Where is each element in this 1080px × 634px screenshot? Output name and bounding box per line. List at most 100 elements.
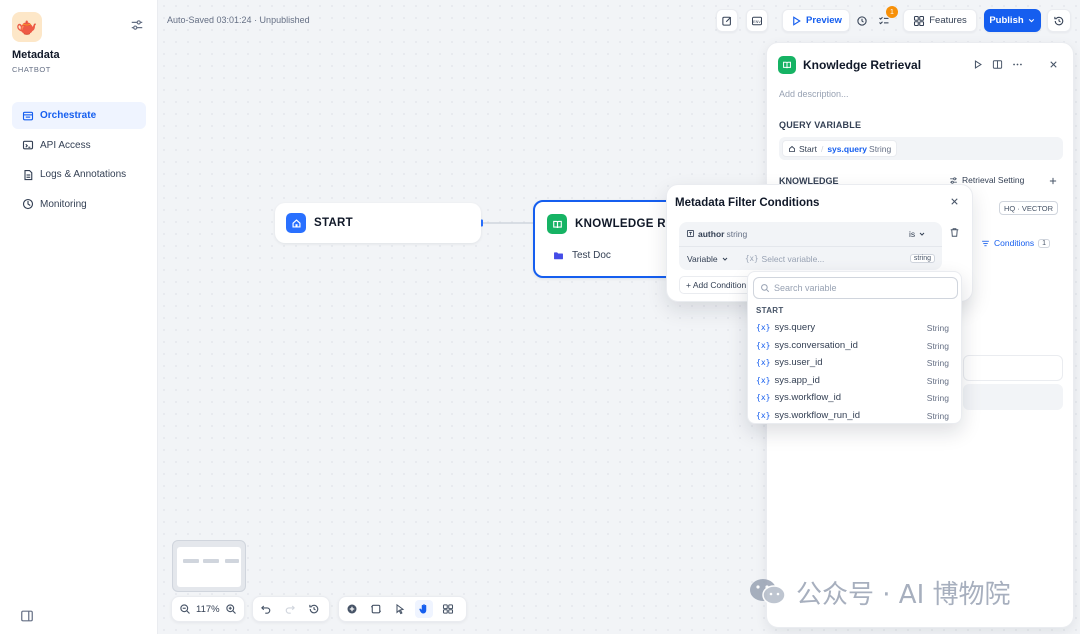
variable-option[interactable]: {x} sys.user_id String — [754, 354, 955, 371]
undo-button[interactable] — [257, 600, 275, 618]
variable-option[interactable]: {x} sys.app_id String — [754, 372, 955, 389]
more-icon[interactable] — [1012, 59, 1023, 70]
layout-icon — [442, 604, 454, 614]
variable-group-label: START — [756, 306, 784, 315]
zoom-in-button[interactable] — [222, 600, 240, 618]
checklist-badge: 1 — [886, 6, 898, 18]
preview-button[interactable]: Preview — [782, 9, 850, 32]
zoom-in-icon — [225, 604, 236, 614]
variable-option[interactable]: {x} sys.workflow_run_id String — [754, 407, 955, 424]
retrieval-setting-label: Retrieval Setting — [962, 175, 1025, 185]
value-type: string — [909, 254, 935, 263]
hand-icon — [419, 604, 427, 614]
condition-field[interactable]: author string — [683, 225, 750, 242]
start-node-title: START — [314, 217, 353, 229]
zoom-out-icon — [180, 604, 190, 614]
book-icon — [778, 56, 796, 74]
sidebar-item-label: Orchestrate — [40, 110, 97, 121]
variable-option[interactable]: {x} sys.workflow_id String — [754, 389, 955, 406]
conditions-count: 1 — [1038, 238, 1051, 248]
plus-icon[interactable] — [1048, 176, 1058, 186]
sidebar-item-label: API Access — [40, 139, 91, 151]
add-node-button[interactable] — [343, 600, 361, 618]
publish-button[interactable]: Publish — [984, 9, 1041, 32]
change-history-button[interactable] — [305, 600, 323, 618]
run-icon[interactable] — [972, 59, 983, 70]
version-history-button[interactable] — [1047, 9, 1071, 32]
history-icon — [309, 604, 319, 614]
variable-option[interactable]: {x} sys.conversation_id String — [754, 337, 955, 354]
start-node[interactable]: START — [275, 203, 481, 243]
add-note-button[interactable] — [367, 600, 385, 618]
home-icon — [286, 213, 306, 233]
redo-icon — [285, 605, 295, 614]
filter-icon — [982, 240, 989, 246]
variable-type: String — [926, 357, 949, 368]
features-label: Features — [929, 15, 967, 26]
history-toolbar — [252, 596, 330, 622]
popup-title: Metadata Filter Conditions — [675, 197, 820, 209]
features-button[interactable]: Features — [903, 9, 977, 32]
hq-vector-badge: HQ · VECTOR — [999, 201, 1059, 215]
orchestrate-icon — [22, 110, 34, 122]
close-icon[interactable] — [949, 196, 960, 207]
zoom-out-button[interactable] — [176, 600, 194, 618]
condition-row: author string is Variable {x} Select var… — [679, 222, 942, 270]
panel-field — [963, 384, 1063, 410]
trash-icon[interactable] — [949, 227, 960, 238]
app-icon[interactable]: 🫖 — [12, 12, 42, 42]
close-icon[interactable] — [1048, 59, 1059, 70]
minimap[interactable] — [172, 540, 246, 592]
redo-button[interactable] — [281, 600, 299, 618]
conditions-button[interactable]: Conditions 1 — [977, 234, 1054, 252]
settings-sliders-icon[interactable] — [130, 18, 144, 32]
add-circle-icon — [347, 604, 357, 614]
document-icon — [22, 169, 34, 181]
description-input[interactable]: Add description... — [779, 89, 849, 99]
variable-option[interactable]: {x} sys.query String — [754, 319, 955, 336]
value-mode-select[interactable]: Variable — [687, 250, 729, 267]
variable-name: sys.query — [774, 322, 816, 333]
environment-button[interactable]: ENV — [746, 9, 768, 32]
field-type: string — [726, 228, 748, 239]
svg-text:ENV: ENV — [753, 19, 761, 23]
split-view-icon[interactable] — [992, 59, 1003, 70]
query-type: String — [869, 143, 892, 154]
value-variable-input[interactable]: {x} Select variable... string — [745, 250, 939, 267]
metadata-field-icon — [686, 229, 695, 238]
query-variable-field[interactable]: Start / sys.query String — [779, 137, 1063, 160]
chevron-down-icon — [722, 257, 727, 261]
value-mode: Variable — [687, 253, 718, 264]
clock-play-icon — [857, 15, 867, 26]
variable-icon: {x} — [756, 376, 771, 385]
pointer-mode-button[interactable] — [391, 600, 409, 618]
chevron-down-icon — [1028, 18, 1034, 23]
watermark-text: 公众号 · AI 博物院 — [796, 579, 1011, 610]
play-icon — [793, 15, 801, 26]
collapse-sidebar-icon[interactable] — [20, 609, 34, 623]
import-button[interactable] — [716, 9, 738, 32]
sidebar-item-api-access[interactable]: API Access — [12, 132, 146, 159]
zoom-toolbar: 117% — [171, 596, 245, 622]
monitoring-icon — [22, 198, 34, 210]
variable-search-input[interactable]: Search variable — [753, 277, 958, 299]
zoom-level[interactable]: 117% — [196, 604, 220, 615]
search-placeholder: Search variable — [774, 283, 837, 293]
dataset-name: Test Doc — [572, 250, 611, 261]
home-icon — [789, 145, 795, 152]
sidebar-item-monitoring[interactable]: Monitoring — [12, 191, 146, 218]
variable-icon: {x} — [756, 341, 771, 350]
search-icon — [761, 284, 770, 293]
book-icon — [547, 214, 567, 234]
hand-mode-button[interactable] — [415, 600, 433, 618]
organize-button[interactable] — [439, 600, 457, 618]
sidebar-item-orchestrate[interactable]: Orchestrate — [12, 102, 146, 129]
run-history-button[interactable] — [852, 9, 872, 32]
publish-label: Publish — [989, 15, 1024, 26]
query-source: Start — [799, 143, 817, 154]
sidebar-item-label: Logs & Annotations — [40, 169, 127, 180]
operator-select[interactable]: is — [909, 225, 926, 242]
variable-type: String — [926, 410, 949, 421]
sidebar-item-logs[interactable]: Logs & Annotations — [12, 161, 146, 188]
variable-icon: {x} — [756, 393, 771, 402]
